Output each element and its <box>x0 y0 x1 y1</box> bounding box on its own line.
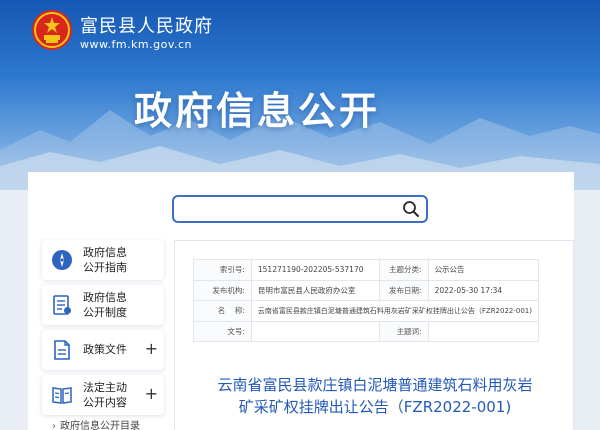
doc-no-value <box>250 320 381 342</box>
sidebar-item-guide[interactable]: 政府信息 公开指南 <box>42 240 164 280</box>
keywords-value <box>427 320 540 342</box>
document-title-line: 云南省富民县款庄镇白泥塘普通建筑石料用灰岩 <box>217 376 533 394</box>
file-icon <box>54 340 70 360</box>
compass-icon <box>52 250 72 270</box>
section-title: 政府信息公开 <box>134 89 381 133</box>
sidebar-item-statutory[interactable]: 法定主动 公开内容 + <box>42 375 164 415</box>
expand-plus-icon[interactable]: + <box>145 341 158 357</box>
table-row: 名 称: 云南省富民县款庄镇白泥塘普通建筑石料用灰岩矿采矿权挂牌出让公告（FZR… <box>193 300 540 322</box>
doc-name-value: 云南省富民县款庄镇白泥塘普通建筑石料用灰岩矿采矿权挂牌出让公告（FZR2022-… <box>250 300 540 322</box>
header-banner: 富民县人民政府 www.fm.km.gov.cn 政府信息公开 <box>0 0 600 190</box>
date-value: 2022-05-30 17:34 <box>427 279 540 301</box>
sidebar-item-policy[interactable]: 政策文件 + <box>42 330 164 370</box>
search-box <box>172 195 428 223</box>
category-value: 公示公告 <box>427 259 540 281</box>
table-row: 文号: 主题词: <box>193 320 540 342</box>
bullet-arrow-icon: › <box>52 421 56 430</box>
national-emblem-icon <box>32 10 72 50</box>
expand-plus-icon[interactable]: + <box>145 386 158 402</box>
sidebar-item-label: 政府信息 公开制度 <box>83 291 127 319</box>
category-label: 主题分类: <box>379 259 429 281</box>
search-input[interactable] <box>182 199 392 219</box>
sidebar: 政府信息 公开指南 政府信息 公开制度 政策文件 + 法定主动 公开内容 + <box>42 240 164 420</box>
date-label: 发布日期: <box>379 279 429 301</box>
document-title: 云南省富民县款庄镇白泥塘普通建筑石料用灰岩 矿采矿权挂牌出让公告（FZR2022… <box>185 374 565 418</box>
index-no-value: 151271190-202205-537170 <box>250 259 381 281</box>
document-icon <box>53 295 71 315</box>
site-name[interactable]: 富民县人民政府 <box>80 12 213 38</box>
sidebar-subitem-label: 政府信息公开目录 <box>60 421 140 430</box>
sidebar-item-system[interactable]: 政府信息 公开制度 <box>42 285 164 325</box>
table-row: 发布机构: 昆明市富民县人民政府办公室 发布日期: 2022-05-30 17:… <box>193 279 540 301</box>
sidebar-subitem-catalog[interactable]: › 政府信息公开目录 <box>52 417 174 430</box>
publisher-value: 昆明市富民县人民政府办公室 <box>250 279 381 301</box>
book-icon <box>52 387 72 404</box>
doc-no-label: 文号: <box>193 320 252 342</box>
publisher-label: 发布机构: <box>193 279 252 301</box>
document-meta-table: 索引号: 151271190-202205-537170 主题分类: 公示公告 … <box>193 259 540 342</box>
sidebar-item-label: 政府信息 公开指南 <box>83 246 127 274</box>
document-title-line: 矿采矿权挂牌出让公告（FZR2022-001) <box>238 398 512 416</box>
document-panel: 索引号: 151271190-202205-537170 主题分类: 公示公告 … <box>174 240 574 430</box>
table-row: 索引号: 151271190-202205-537170 主题分类: 公示公告 <box>193 259 540 281</box>
keywords-label: 主题词: <box>379 320 429 342</box>
doc-name-label: 名 称: <box>193 300 252 322</box>
search-icon[interactable] <box>402 200 420 218</box>
site-url[interactable]: www.fm.km.gov.cn <box>80 38 192 51</box>
index-no-label: 索引号: <box>193 259 252 281</box>
